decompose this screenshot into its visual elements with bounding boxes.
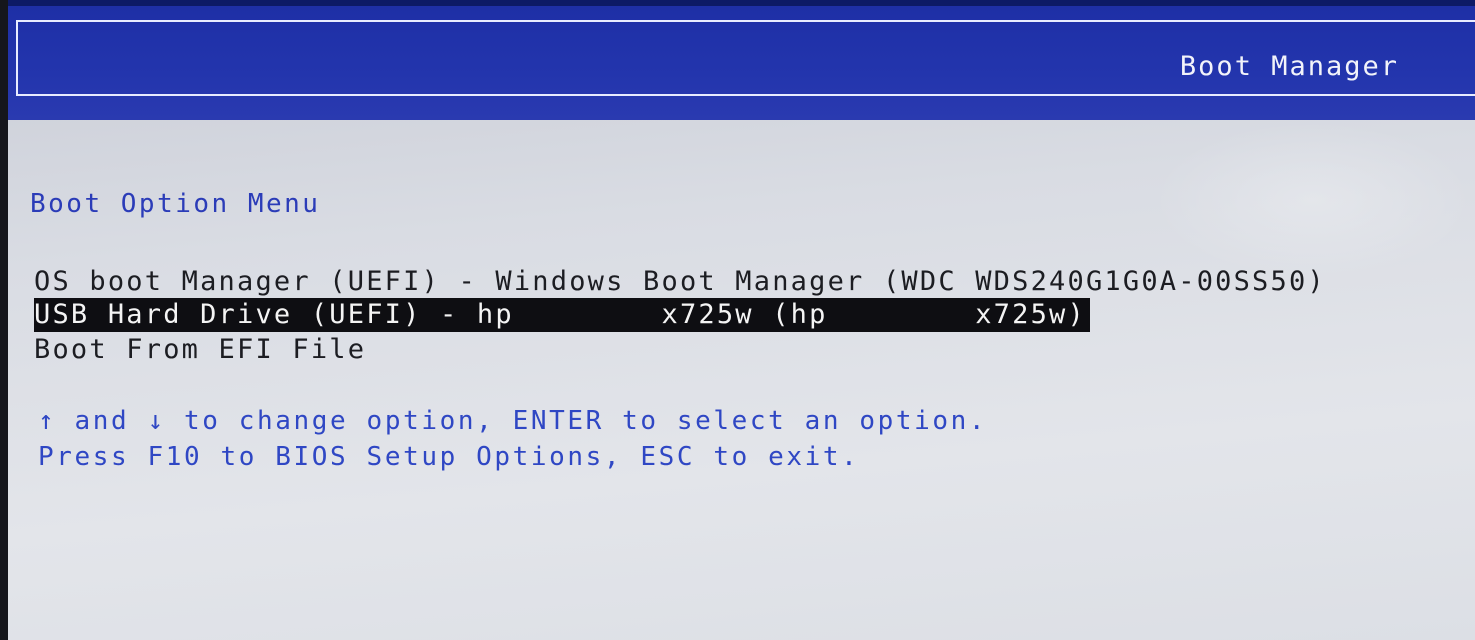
- boot-option-windows-boot-manager[interactable]: OS boot Manager (UEFI) - Windows Boot Ma…: [34, 265, 1326, 299]
- help-text-keys: Press F10 to BIOS Setup Options, ESC to …: [38, 442, 860, 472]
- boot-option-usb-hard-drive[interactable]: USB Hard Drive (UEFI) - hp x725w (hp x72…: [34, 298, 1090, 332]
- screen-glare: [1150, 120, 1475, 280]
- boot-option-efi-file[interactable]: Boot From EFI File: [34, 333, 366, 367]
- bios-screen: Boot Manager Boot Option Menu OS boot Ma…: [0, 0, 1475, 640]
- help-text-navigation: ↑ and ↓ to change option, ENTER to selec…: [38, 406, 988, 436]
- menu-title: Boot Option Menu: [30, 189, 321, 219]
- screen-bezel-left: [0, 0, 8, 640]
- header-title: Boot Manager: [1179, 51, 1399, 82]
